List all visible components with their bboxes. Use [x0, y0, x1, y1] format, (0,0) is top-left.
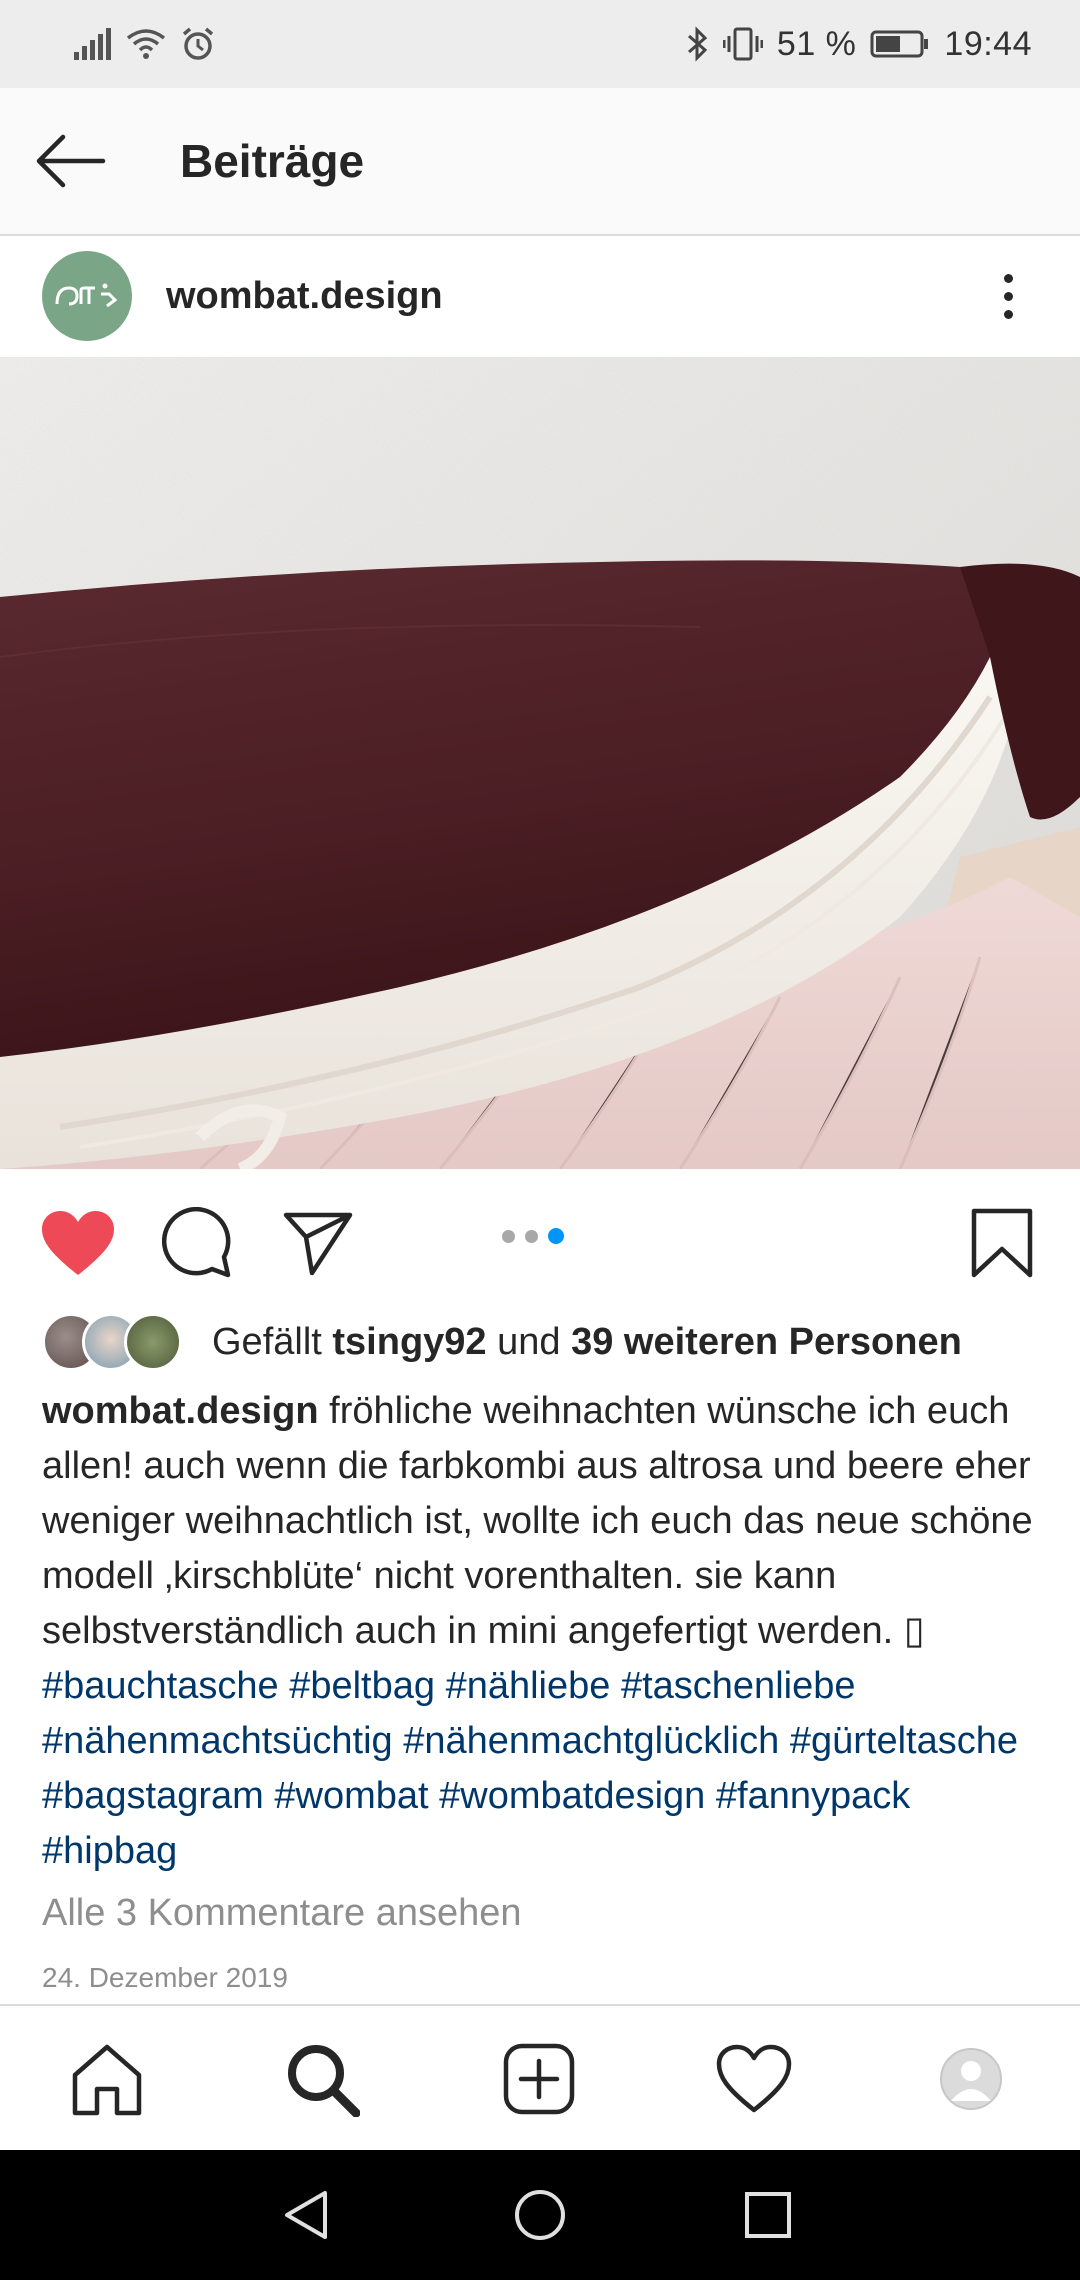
likes-others[interactable]: 39 weiteren Personen [571, 1321, 962, 1363]
app-header: Beiträge [0, 88, 1080, 236]
liker-avatar [124, 1313, 182, 1371]
more-options-button[interactable] [978, 256, 1038, 336]
clock: 19:44 [944, 24, 1032, 63]
post-date: 24. Dezember 2019 [42, 1962, 288, 1993]
hashtag[interactable]: #nähliebe [446, 1665, 611, 1707]
hashtag[interactable]: #nähenmachtglücklich [403, 1720, 779, 1762]
system-home-button[interactable] [505, 2180, 575, 2250]
more-dot [1003, 291, 1013, 301]
wombat-logo-icon [55, 283, 118, 308]
carousel-dot [525, 1229, 538, 1243]
carousel-indicator [502, 1228, 564, 1244]
profile-icon [940, 2048, 1002, 2110]
likes-middle: und [486, 1320, 572, 1363]
wifi-icon [126, 28, 166, 60]
signal-icon [72, 28, 112, 60]
hashtag[interactable]: #hipbag [42, 1830, 177, 1872]
nav-search[interactable] [277, 2034, 367, 2124]
hashtag[interactable]: #nähenmachtsüchtig [42, 1720, 393, 1762]
status-right: 51 % 19:44 [685, 25, 1032, 64]
paper-plane-icon [283, 1212, 353, 1276]
hashtag[interactable]: #bagstagram [42, 1775, 264, 1817]
caption-username[interactable]: wombat.design [42, 1390, 319, 1432]
hashtag[interactable]: #beltbag [289, 1665, 435, 1707]
bluetooth-icon [685, 26, 709, 62]
post-photo[interactable] [0, 357, 1080, 1169]
back-triangle-icon [285, 2191, 327, 2239]
more-dots-icon [1003, 273, 1013, 283]
bookmark-icon [971, 1208, 1033, 1278]
nav-activity[interactable] [709, 2034, 799, 2124]
nav-profile[interactable] [926, 2034, 1016, 2124]
home-icon [72, 2044, 142, 2116]
hashtag[interactable]: #wombat [274, 1775, 428, 1817]
activity-icon [716, 2044, 792, 2113]
post-caption: wombat.design fröhliche weihnachten wüns… [42, 1384, 1042, 1879]
comment-button[interactable] [158, 1203, 238, 1283]
likes-prefix: Gefällt [212, 1320, 333, 1363]
nav-home[interactable] [62, 2034, 152, 2124]
carousel-dot-active [548, 1228, 564, 1244]
battery-percent: 51 % [776, 24, 857, 63]
search-icon [288, 2045, 360, 2117]
hashtag[interactable]: #fannypack [716, 1775, 910, 1817]
liker-avatars [42, 1313, 184, 1371]
post-header: wombat.design [0, 236, 1080, 356]
page-title: Beiträge [180, 135, 365, 187]
view-comments-link[interactable]: Alle 3 Kommentare ansehen [42, 1892, 522, 1935]
save-button[interactable] [962, 1203, 1042, 1283]
more-dot [1003, 309, 1013, 319]
system-nav-bar [0, 2150, 1080, 2280]
carousel-dot [502, 1229, 515, 1243]
back-arrow-icon [36, 134, 106, 188]
like-button[interactable] [38, 1203, 118, 1283]
back-button[interactable] [0, 87, 140, 235]
recents-square-icon [745, 2192, 791, 2238]
likes-text: Gefällt tsingy92 und 39 weiteren Persone… [212, 1321, 962, 1364]
hashtag[interactable]: #bauchtasche [42, 1665, 279, 1707]
system-back-button[interactable] [272, 2180, 342, 2250]
likes-user[interactable]: tsingy92 [332, 1321, 486, 1363]
new-post-icon [503, 2043, 575, 2115]
post-username[interactable]: wombat.design [166, 275, 443, 318]
status-bar: 51 % 19:44 [0, 0, 1080, 88]
hashtag[interactable]: #wombatdesign [439, 1775, 705, 1817]
heart-filled-icon [42, 1211, 114, 1275]
battery-icon [870, 29, 930, 59]
system-recents-button[interactable] [733, 2180, 803, 2250]
home-circle-icon [515, 2190, 565, 2240]
author-avatar[interactable] [42, 251, 132, 341]
share-button[interactable] [278, 1203, 358, 1283]
bottom-nav [0, 2004, 1080, 2150]
comment-bubble-icon [162, 1207, 231, 1278]
likes-row[interactable]: Gefällt tsingy92 und 39 weiteren Persone… [42, 1310, 962, 1374]
vibrate-icon [722, 26, 763, 62]
hashtag[interactable]: #gürteltasche [790, 1720, 1018, 1762]
bag-photo-illustration [0, 357, 1080, 1169]
nav-new-post[interactable] [494, 2034, 584, 2124]
status-left [72, 26, 216, 62]
alarm-icon [180, 26, 216, 62]
hashtag[interactable]: #taschenliebe [621, 1665, 856, 1707]
